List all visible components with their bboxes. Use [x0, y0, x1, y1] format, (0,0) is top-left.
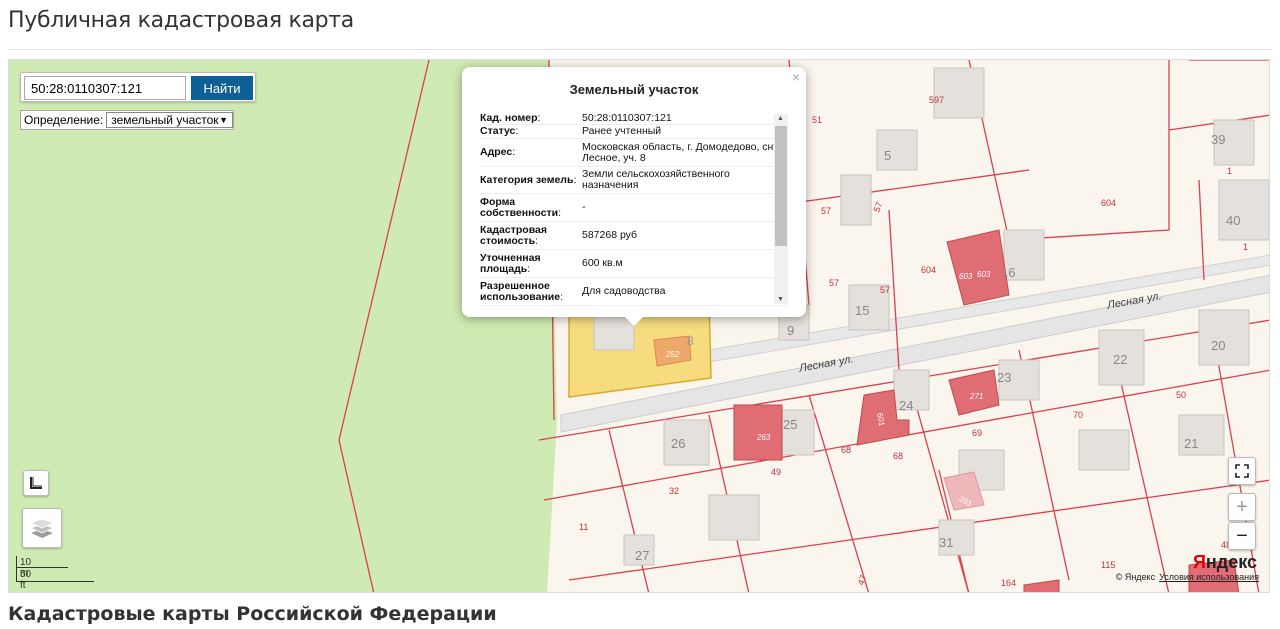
- property-value: -: [582, 201, 586, 213]
- cadastral-number-input[interactable]: [24, 76, 186, 100]
- property-key: Разрешенное использование:: [480, 279, 563, 303]
- zoom-in-icon: +: [1236, 495, 1248, 518]
- popup-title: Земельный участок: [569, 82, 699, 97]
- property-row: Уточненная площадь: 600 кв.м: [480, 250, 788, 278]
- property-row: Адрес: Московская область, г. Домодедово…: [480, 139, 788, 167]
- fullscreen-button[interactable]: [1228, 457, 1256, 485]
- copyright-text: © Яндекс: [1115, 572, 1156, 582]
- yandex-logo[interactable]: Яндекс: [1193, 552, 1257, 573]
- property-row: Кад. номер: 50:28:0110307:121: [480, 112, 788, 125]
- search-button[interactable]: Найти: [191, 76, 253, 100]
- property-key: Форма собственности:: [480, 195, 562, 219]
- property-key: Статус:: [480, 125, 519, 137]
- layers-button[interactable]: [22, 508, 62, 548]
- scrollbar-thumb[interactable]: [775, 126, 787, 246]
- zoom-out-button[interactable]: −: [1228, 522, 1256, 550]
- property-value: Ранее учтенный: [582, 125, 662, 137]
- scale-imperial-label: 50 ft: [20, 569, 32, 591]
- scroll-up-icon[interactable]: ▲: [777, 115, 784, 122]
- zoom-in-button[interactable]: +: [1228, 493, 1256, 521]
- property-row: Категория земель: Земли сельскохозяйстве…: [480, 167, 788, 194]
- section-heading: Кадастровые карты Российской Федерации: [8, 603, 497, 625]
- ruler-icon: [30, 477, 42, 489]
- property-row: Кадастровая стоимость: 587268 руб: [480, 222, 788, 250]
- map-container[interactable]: Лесная ул. Лесная ул. 597 51 39 1 5 604 …: [8, 59, 1270, 593]
- terms-link[interactable]: Условия использования: [1159, 572, 1259, 582]
- property-value: 587268 руб: [582, 229, 638, 241]
- property-row: Разрешенное использование: Для садоводст…: [480, 278, 788, 306]
- title-divider: [8, 49, 1272, 50]
- popup-pointer: [624, 316, 644, 326]
- layers-icon: [30, 518, 54, 538]
- property-value: Московская область, г. Домодедово, снт Л…: [582, 140, 779, 164]
- property-value: Для садоводства: [582, 285, 666, 297]
- property-key: Кад. номер:: [480, 112, 541, 124]
- scroll-down-icon[interactable]: ▼: [777, 296, 784, 303]
- popup-scrollbar[interactable]: ▲ ▼: [774, 114, 788, 304]
- zoom-out-icon: −: [1236, 524, 1248, 547]
- property-row: Форма собственности: -: [480, 194, 788, 222]
- property-key: Адрес:: [480, 146, 516, 158]
- fullscreen-icon: [1235, 464, 1249, 478]
- search-panel: Найти: [20, 72, 256, 102]
- property-key: Уточненная площадь:: [480, 251, 541, 275]
- popup-properties: Кад. номер: 50:28:0110307:121 Статус: Ра…: [480, 112, 788, 307]
- property-value: 600 кв.м: [582, 257, 623, 269]
- definition-control: Определение: земельный участок ▼: [20, 110, 234, 130]
- property-key: Категория земель:: [480, 173, 577, 186]
- definition-select[interactable]: земельный участок ▼: [106, 112, 233, 128]
- property-value: Земли сельскохозяйственного назначения: [582, 168, 730, 191]
- property-key: Кадастровая стоимость:: [480, 223, 547, 247]
- chevron-down-icon: ▼: [219, 115, 228, 125]
- parcel-info-popup: × Земельный участок Кад. номер: 50:28:01…: [462, 67, 806, 317]
- definition-label: Определение:: [24, 113, 104, 127]
- map-attribution: © Яндекс Условия использования: [1116, 572, 1259, 582]
- definition-selected-value: земельный участок: [111, 113, 219, 127]
- property-value: 50:28:0110307:121: [582, 112, 672, 124]
- ruler-button[interactable]: [23, 470, 49, 496]
- page-title: Публичная кадастровая карта: [8, 8, 354, 33]
- property-row: Статус: Ранее учтенный: [480, 125, 788, 139]
